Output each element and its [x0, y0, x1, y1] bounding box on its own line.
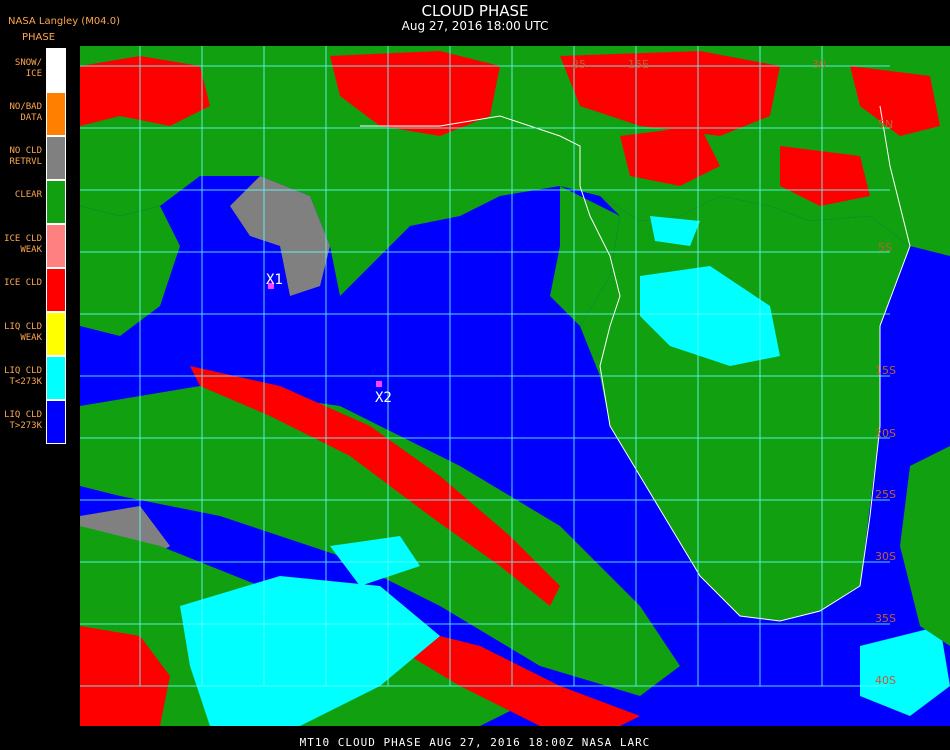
legend-label: LIQ CLD T<273K	[4, 366, 42, 387]
lat-label: 20S	[875, 427, 896, 440]
legend: SNOW/ ICE NO/BAD DATA NO CLD RETRVL CLEA…	[0, 48, 66, 444]
legend-label: ICE CLD WEAK	[4, 234, 42, 255]
lat-label: 30S	[875, 550, 896, 563]
legend-label: NO/BAD DATA	[9, 102, 42, 123]
legend-item: LIQ CLD WEAK	[0, 312, 66, 356]
legend-label: ICE CLD	[4, 278, 42, 288]
lat-label: 15S	[875, 364, 896, 377]
legend-item: LIQ CLD T<273K	[0, 356, 66, 400]
legend-item: SNOW/ ICE	[0, 48, 66, 92]
lat-label: 25S	[875, 488, 896, 501]
legend-label: SNOW/ ICE	[14, 58, 42, 79]
marker-x2-label: X2	[375, 390, 392, 406]
legend-swatch	[46, 48, 66, 92]
marker-x1-label: X1	[266, 272, 283, 288]
page-title: CLOUD PHASE	[421, 2, 529, 20]
legend-item: CLEAR	[0, 180, 66, 224]
legend-label: CLEAR	[14, 190, 42, 200]
satellite-map: 5N 5S 15S 20S 25S 30S 35S 40S 15E 25 30 …	[80, 46, 950, 726]
legend-title: PHASE	[22, 32, 56, 43]
legend-swatch	[46, 136, 66, 180]
legend-label: LIQ CLD T>273K	[4, 410, 42, 431]
legend-label: NO CLD RETRVL	[9, 146, 42, 167]
legend-swatch	[46, 268, 66, 312]
lat-label: 5S	[878, 241, 892, 254]
lon-label: 30	[812, 58, 826, 71]
lon-label: 15E	[628, 58, 649, 71]
legend-item: NO CLD RETRVL	[0, 136, 66, 180]
legend-swatch	[46, 92, 66, 136]
footer-caption: MT10 CLOUD PHASE AUG 27, 2016 18:00Z NAS…	[299, 736, 651, 749]
page-subtitle: Aug 27, 2016 18:00 UTC	[401, 19, 549, 33]
legend-swatch	[46, 356, 66, 400]
legend-swatch	[46, 224, 66, 268]
marker-x2-dot	[376, 381, 382, 387]
lat-label: 40S	[875, 674, 896, 687]
lat-label: 35S	[875, 612, 896, 625]
legend-item: ICE CLD WEAK	[0, 224, 66, 268]
legend-item: NO/BAD DATA	[0, 92, 66, 136]
lon-label: 25	[572, 58, 586, 71]
legend-label: LIQ CLD WEAK	[4, 322, 42, 343]
lat-label: 5N	[878, 118, 893, 131]
legend-swatch	[46, 312, 66, 356]
legend-item: LIQ CLD T>273K	[0, 400, 66, 444]
legend-item: ICE CLD	[0, 268, 66, 312]
legend-swatch	[46, 400, 66, 444]
legend-swatch	[46, 180, 66, 224]
